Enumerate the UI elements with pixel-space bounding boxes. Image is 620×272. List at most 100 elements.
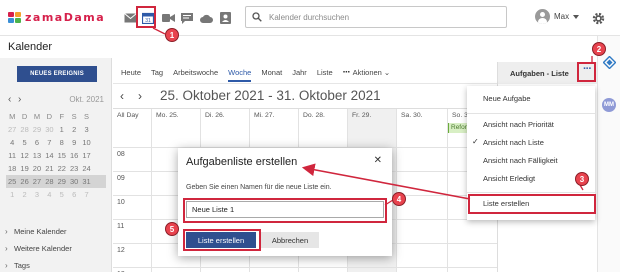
toolbar-today[interactable]: Heute <box>121 68 141 77</box>
mini-calendar-day[interactable]: 13 <box>31 149 43 162</box>
search-input[interactable] <box>269 12 489 22</box>
menu-item-by-priority[interactable]: Ansicht nach Priorität <box>467 117 595 133</box>
day-header[interactable]: Di. 26. <box>200 109 249 123</box>
prev-week-icon[interactable]: ‹ <box>120 89 124 103</box>
mini-calendar-day[interactable]: 7 <box>80 188 92 201</box>
mini-calendar-day[interactable]: 26 <box>18 175 30 188</box>
left-sidebar: NEUES EREIGNIS ‹ › Okt. 2021 MDMDFSS 27 2… <box>0 58 112 272</box>
mini-calendar-day[interactable]: 6 <box>31 136 43 149</box>
menu-divider <box>467 192 595 193</box>
date-range: 25. Oktober 2021 - 31. Oktober 2021 <box>160 88 381 103</box>
mini-calendar-day[interactable]: 3 <box>80 123 92 136</box>
mini-calendar-weekday: M <box>33 112 41 121</box>
mini-calendar-day[interactable]: 7 <box>43 136 55 149</box>
day-header[interactable]: Do. 28. <box>298 109 347 123</box>
mini-calendar-day[interactable]: 4 <box>43 188 55 201</box>
mini-calendar-day[interactable]: 27 <box>6 123 18 136</box>
sidebar-links: › Meine Kalender › Weitere Kalender › Tags <box>5 223 72 272</box>
mini-calendar-next-icon[interactable]: › <box>18 94 28 105</box>
toolbar-workweek[interactable]: Arbeitswoche <box>173 68 218 77</box>
mini-calendar-day[interactable]: 24 <box>80 162 92 175</box>
mini-calendar-day[interactable]: 29 <box>31 123 43 136</box>
day-header[interactable]: Fr. 29. <box>347 109 396 123</box>
mini-calendar-day[interactable]: 25 <box>6 175 18 188</box>
mini-calendar-day[interactable]: 29 <box>56 175 68 188</box>
mini-calendar-day[interactable]: 19 <box>18 162 30 175</box>
mini-calendar-day[interactable]: 6 <box>68 188 80 201</box>
diamond-icon[interactable] <box>603 56 616 69</box>
mini-calendar-day[interactable]: 30 <box>43 123 55 136</box>
close-icon[interactable]: ✕ <box>374 155 382 166</box>
hour-label: 11 <box>117 223 125 230</box>
annotation-badge: 3 <box>575 172 589 186</box>
chevron-right-icon: › <box>5 227 8 236</box>
mini-calendar-weekday: M <box>9 112 16 121</box>
mini-calendar-week: 4 5 6 7 8 9 10 <box>6 136 106 149</box>
cloud-icon[interactable] <box>198 10 214 26</box>
day-header[interactable]: Mo. 25. <box>151 109 200 123</box>
toolbar-day[interactable]: Tag <box>151 68 163 77</box>
day-header[interactable]: Sa. 30. <box>396 109 447 123</box>
menu-item-by-list[interactable]: Ansicht nach Liste <box>467 135 595 151</box>
settings-gear-icon[interactable] <box>590 10 606 26</box>
chat-icon[interactable] <box>179 10 195 26</box>
contacts-icon[interactable] <box>217 10 233 26</box>
mini-calendar-day[interactable]: 28 <box>43 175 55 188</box>
search-icon <box>252 12 262 22</box>
mini-calendar-week: 11 12 13 14 15 16 17 <box>6 149 106 162</box>
mini-calendar-day[interactable]: 9 <box>68 136 80 149</box>
new-event-button[interactable]: NEUES EREIGNIS <box>17 66 97 82</box>
toolbar-week[interactable]: Woche <box>228 68 252 82</box>
logo-text: zamaDama <box>25 11 106 24</box>
mini-calendar-day[interactable]: 30 <box>68 175 80 188</box>
top-bar: zamaDama 31 Max <box>0 0 620 36</box>
menu-item-new-task[interactable]: Neue Aufgabe <box>467 91 595 107</box>
user-menu[interactable]: Max <box>535 9 580 24</box>
mini-calendar-day[interactable]: 4 <box>6 136 18 149</box>
mini-calendar-day[interactable]: 14 <box>43 149 55 162</box>
day-header[interactable]: Mi. 27. <box>249 109 298 123</box>
mini-calendar-week: 27 28 29 30 1 2 3 <box>6 123 106 136</box>
menu-item-by-due-date[interactable]: Ansicht nach Fälligkeit <box>467 153 595 169</box>
mini-calendar-day[interactable]: 22 <box>56 162 68 175</box>
sidebar-item-tags[interactable]: › Tags <box>5 257 72 272</box>
mini-calendar-day[interactable]: 31 <box>80 175 92 188</box>
mini-calendar-day[interactable]: 16 <box>68 149 80 162</box>
mini-calendar-day[interactable]: 28 <box>18 123 30 136</box>
search-bar[interactable] <box>245 6 507 28</box>
mini-calendar-day[interactable]: 2 <box>68 123 80 136</box>
mini-calendar-day[interactable]: 21 <box>43 162 55 175</box>
mini-calendar-day[interactable]: 23 <box>68 162 80 175</box>
toolbar-month[interactable]: Monat <box>261 68 282 77</box>
mini-calendar-day[interactable]: 20 <box>31 162 43 175</box>
mini-calendar-day[interactable]: 5 <box>56 188 68 201</box>
mini-calendar-day[interactable]: 5 <box>18 136 30 149</box>
toolbar-list[interactable]: Liste <box>317 68 333 77</box>
highlight-list-name-input <box>183 198 387 223</box>
app-logo[interactable]: zamaDama <box>8 11 105 24</box>
sidebar-item-other-calendars[interactable]: › Weitere Kalender <box>5 240 72 257</box>
mini-calendar-day[interactable]: 1 <box>56 123 68 136</box>
mini-calendar-day[interactable]: 1 <box>6 188 18 201</box>
mini-calendar-day[interactable]: 12 <box>18 149 30 162</box>
menu-divider <box>467 113 595 114</box>
next-week-icon[interactable]: › <box>138 89 142 103</box>
toolbar-year[interactable]: Jahr <box>292 68 307 77</box>
page-title: Kalender <box>8 41 53 53</box>
mini-calendar-day[interactable]: 2 <box>18 188 30 201</box>
actions-menu[interactable]: Aktionen ⌄ <box>353 68 391 77</box>
mini-calendar-day[interactable]: 8 <box>56 136 68 149</box>
mini-calendar-day[interactable]: 17 <box>80 149 92 162</box>
video-icon[interactable] <box>160 10 176 26</box>
mini-calendar-day[interactable]: 3 <box>31 188 43 201</box>
dialog-description: Geben Sie einen Namen für die neue Liste… <box>186 184 332 191</box>
mini-calendar-day[interactable]: 11 <box>6 149 18 162</box>
mini-calendar-day[interactable]: 10 <box>80 136 92 149</box>
avatar[interactable]: MM <box>602 98 616 112</box>
mini-calendar-day[interactable]: 27 <box>31 175 43 188</box>
mini-calendar-prev-icon[interactable]: ‹ <box>8 94 18 105</box>
mini-calendar-day[interactable]: 15 <box>56 149 68 162</box>
cancel-button[interactable]: Abbrechen <box>261 232 319 248</box>
sidebar-item-my-calendars[interactable]: › Meine Kalender <box>5 223 72 240</box>
mini-calendar-day[interactable]: 18 <box>6 162 18 175</box>
